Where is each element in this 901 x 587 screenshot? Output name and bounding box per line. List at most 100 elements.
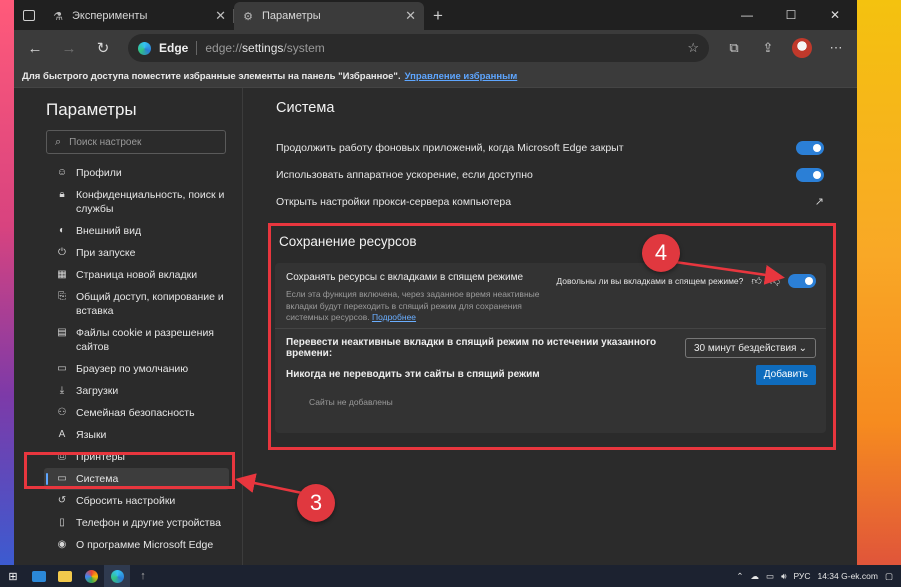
sidebar-item-cookies[interactable]: ▤ Файлы cookie и разрешения сайтов	[44, 322, 229, 358]
search-icon: ⌕	[55, 135, 62, 148]
close-tab-icon[interactable]: ✕	[405, 8, 416, 24]
settings-content: Параметры ⌕ ☺ Профили 🔒︎ Конфиденциальност…	[14, 88, 857, 565]
thumbs-up-icon[interactable]: 👍︎	[751, 275, 761, 287]
learn-more-link[interactable]: Подробнее	[372, 312, 416, 322]
tab-label: Эксперименты	[72, 10, 148, 22]
background-apps-toggle[interactable]	[796, 140, 824, 155]
window-controls: — ☐ ✕	[725, 0, 857, 30]
tray-chevron-icon[interactable]: ⌃	[736, 571, 743, 582]
url-suffix: /system	[283, 41, 325, 55]
sidebar-item-family[interactable]: ⚇ Семейная безопасность	[44, 402, 229, 424]
close-tab-icon[interactable]: ✕	[215, 8, 226, 24]
add-site-button[interactable]: Добавить	[755, 364, 816, 385]
sidebar-item-reset[interactable]: ↺ Сбросить настройки	[44, 490, 229, 512]
annotation-badge-4: 4	[642, 234, 680, 272]
volume-icon[interactable]: 🔊︎	[781, 571, 786, 582]
sidebar-item-startup[interactable]: ⏻ При запуске	[44, 242, 229, 264]
sidebar-item-label: При запуске	[76, 247, 136, 259]
start-button[interactable]: ⊞	[0, 565, 26, 587]
sidebar-item-label: Профили	[76, 167, 122, 179]
settings-sidebar: Параметры ⌕ ☺ Профили 🔒︎ Конфиденциальност…	[14, 88, 243, 565]
notifications-icon[interactable]: ▢	[885, 571, 893, 582]
sidebar-item-default-browser[interactable]: ▭ Браузер по умолчанию	[44, 358, 229, 380]
sidebar-item-about[interactable]: ◉ О программе Microsoft Edge	[44, 534, 229, 556]
close-window-button[interactable]: ✕	[813, 0, 857, 30]
download-icon: ⤓	[59, 385, 65, 396]
mail-icon	[32, 570, 46, 582]
inactive-timeout-select[interactable]: 30 минут бездействия ⌄	[685, 338, 816, 358]
sidebar-item-printers[interactable]: ⎙ Принтеры	[44, 446, 229, 468]
profile-button[interactable]	[787, 34, 817, 62]
sidebar-item-label: Языки	[76, 429, 107, 441]
setting-proxy[interactable]: Открыть настройки прокси-сервера компьют…	[276, 188, 824, 215]
clock[interactable]: 14:34 G-ek.com	[817, 571, 878, 581]
refresh-button[interactable]: ↻	[88, 34, 118, 62]
sleeping-tabs-text: Сохранять ресурсы с вкладками в спящем р…	[286, 272, 556, 328]
tab-settings[interactable]: ⚙ Параметры ✕	[234, 2, 424, 30]
minimize-button[interactable]: —	[725, 0, 769, 30]
laptop-icon: ▭	[57, 473, 67, 484]
sidebar-item-label: Система	[76, 473, 119, 485]
share-icon[interactable]: ⇪	[753, 34, 783, 62]
thumbs-down-icon[interactable]: 👎︎	[770, 275, 780, 287]
avatar	[792, 38, 812, 58]
external-link-icon[interactable]: ↗	[796, 195, 824, 208]
no-sites-note: Сайты не добавлены	[309, 397, 393, 407]
taskbar-chrome[interactable]	[78, 565, 104, 587]
phone-icon: ▯	[59, 517, 65, 528]
sleeping-tabs-toggle[interactable]	[788, 274, 816, 288]
sidebar-item-phone[interactable]: ▯ Телефон и другие устройства	[44, 512, 229, 534]
printer-icon: ⎙	[58, 451, 66, 462]
search-input[interactable]	[69, 136, 210, 148]
sidebar-item-label: Принтеры	[76, 451, 125, 463]
browser-window: ⚗ Эксперименты ✕ ⚙ Параметры ✕ + — ☐ ✕ ←…	[14, 0, 857, 565]
share-icon: ⎘	[58, 291, 66, 302]
taskbar-mail[interactable]	[26, 565, 52, 587]
manage-favorites-link[interactable]: Управление избранным	[405, 71, 518, 82]
sidebar-item-label: Семейная безопасность	[76, 407, 195, 419]
sidebar-item-new-tab[interactable]: ▦ Страница новой вкладки	[44, 264, 229, 286]
setting-hardware-acceleration: Использовать аппаратное ускорение, если …	[276, 161, 824, 188]
sidebar-item-profiles[interactable]: ☺ Профили	[44, 162, 229, 184]
tab-experiments[interactable]: ⚗ Эксперименты ✕	[44, 2, 234, 30]
new-tab-button[interactable]: +	[424, 2, 452, 30]
person-icon: ☺	[56, 167, 68, 178]
collections-icon[interactable]: ⧉	[719, 34, 749, 62]
sidebar-item-downloads[interactable]: ⤓ Загрузки	[44, 380, 229, 402]
arrow-up-icon: ↑	[140, 570, 146, 582]
chevron-down-icon: ⌄	[798, 342, 807, 354]
forward-button[interactable]: →	[54, 34, 84, 62]
settings-search[interactable]: ⌕	[46, 130, 226, 154]
sidebar-item-system[interactable]: ▭ Система	[44, 468, 229, 490]
taskbar-pinned[interactable]: ↑	[130, 565, 156, 587]
more-menu-icon[interactable]: ⋯	[821, 34, 851, 62]
favorites-bar-message: Для быстрого доступа поместите избранные…	[22, 71, 401, 82]
taskbar-edge[interactable]	[104, 565, 130, 587]
sidebar-item-privacy[interactable]: 🔒︎ Конфиденциальность, поиск и службы	[44, 184, 229, 220]
sleeping-tabs-setting: Сохранять ресурсы с вкладками в спящем р…	[275, 263, 826, 329]
sidebar-item-label: Телефон и другие устройства	[76, 517, 221, 529]
setting-label: Продолжить работу фоновых приложений, ко…	[276, 141, 624, 154]
add-favorite-icon[interactable]: ☆	[687, 40, 699, 56]
sleeping-tabs-title: Сохранять ресурсы с вкладками в спящем р…	[286, 272, 524, 283]
setting-label: Открыть настройки прокси-сервера компьют…	[276, 195, 512, 208]
page-title: Система	[276, 100, 335, 116]
sidebar-item-appearance[interactable]: ◐ Внешний вид	[44, 220, 229, 242]
input-language[interactable]: РУС	[793, 571, 810, 581]
taskbar-explorer[interactable]	[52, 565, 78, 587]
sidebar-item-share[interactable]: ⎘ Общий доступ, копирование и вставка	[44, 286, 229, 322]
cloud-icon[interactable]: ☁	[751, 571, 760, 582]
windows-icon: ⊞	[8, 570, 18, 583]
sidebar-item-languages[interactable]: A Языки	[44, 424, 229, 446]
maximize-button[interactable]: ☐	[769, 0, 813, 30]
back-button[interactable]: ←	[20, 34, 50, 62]
sidebar-item-label: О программе Microsoft Edge	[76, 539, 214, 551]
tab-label: Параметры	[262, 10, 321, 22]
language-icon: A	[58, 429, 66, 440]
hardware-acceleration-toggle[interactable]	[796, 167, 824, 182]
tab-actions-button[interactable]	[14, 0, 44, 30]
url-main: settings	[242, 41, 284, 55]
lock-icon: 🔒︎	[59, 189, 65, 200]
address-bar[interactable]: Edge edge://settings/system ☆	[128, 34, 709, 62]
network-icon[interactable]: ▭	[766, 571, 774, 582]
